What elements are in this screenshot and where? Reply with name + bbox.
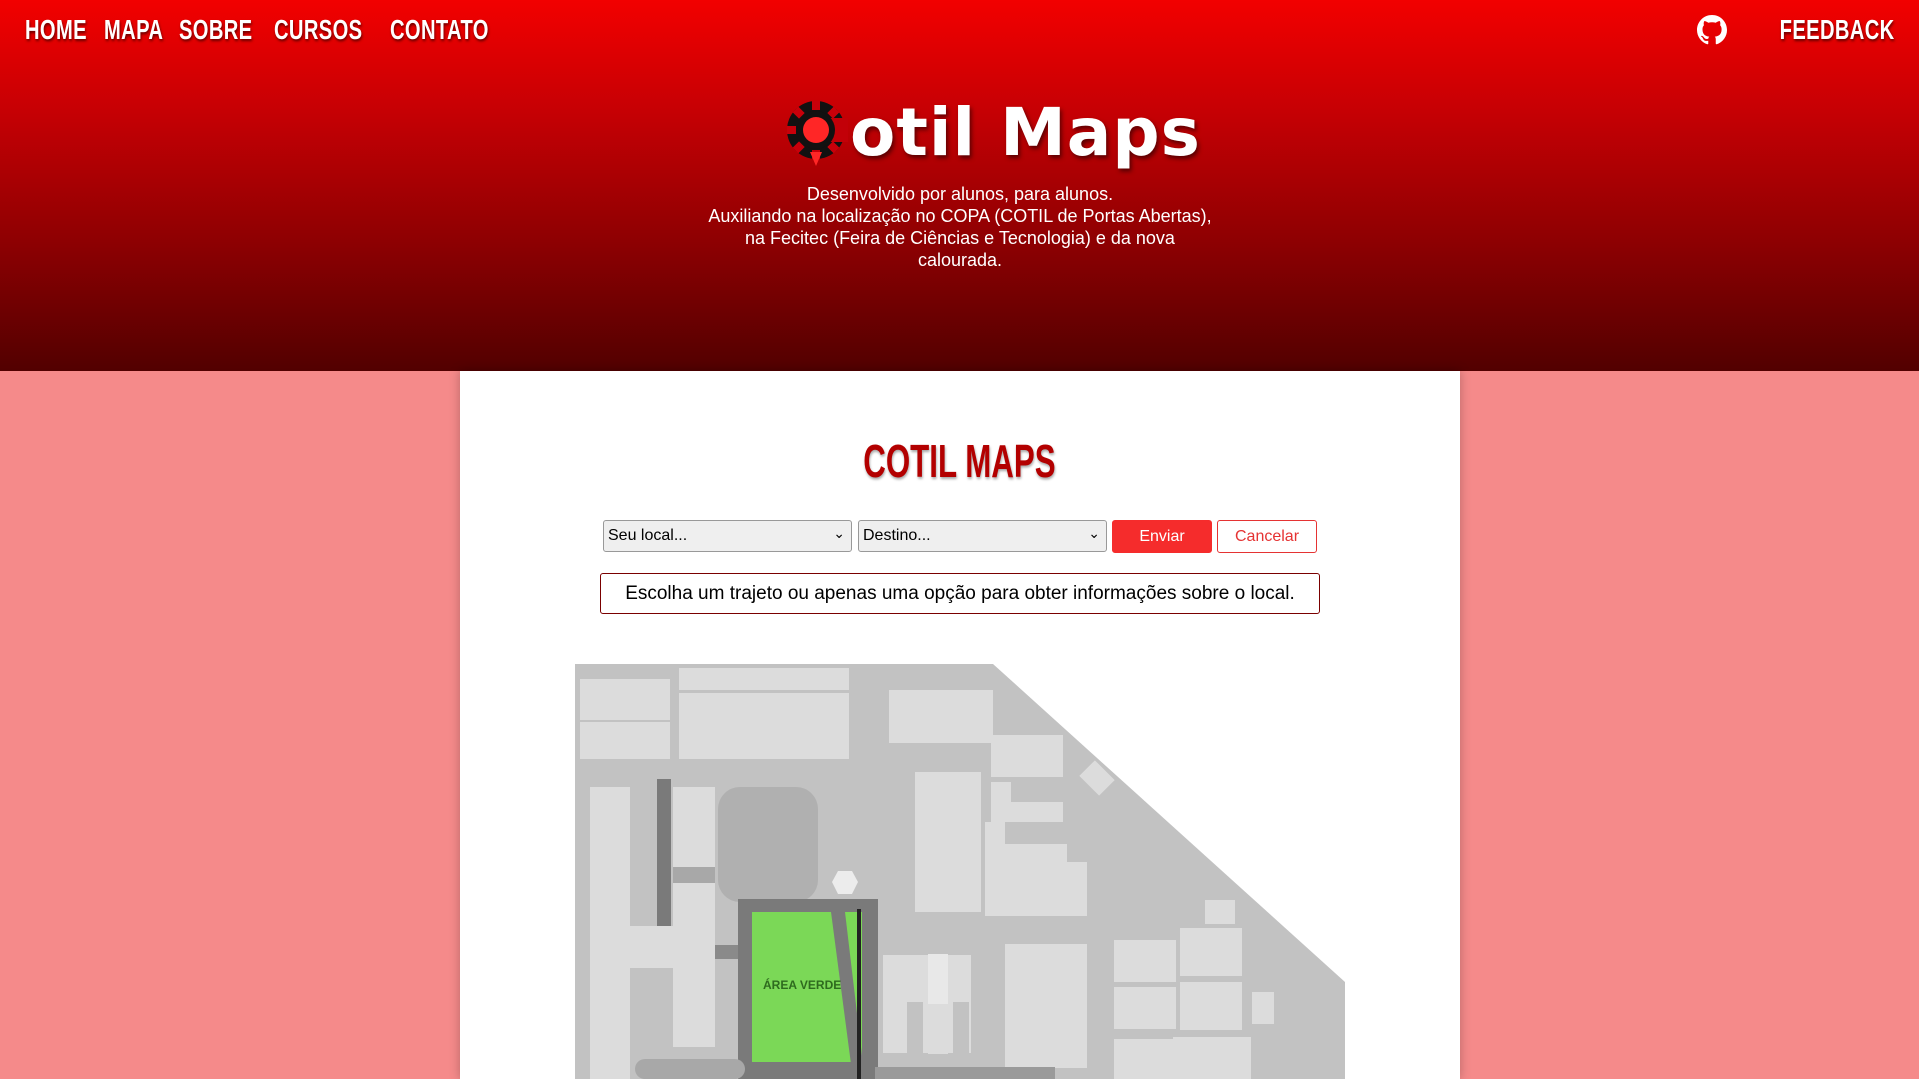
destination-select-value: Destino...	[863, 527, 931, 544]
nav-item-sobre[interactable]: Sobre	[179, 14, 252, 46]
nav-item-contato[interactable]: Contato	[390, 14, 489, 46]
subtitle-line-2: Auxiliando na localização no COPA (COTIL…	[708, 206, 1212, 270]
cancel-button[interactable]: Cancelar	[1217, 520, 1317, 553]
feedback-label[interactable]: Feedback	[1780, 14, 1895, 46]
hero-subtitle: Desenvolvido por alunos, para alunos. Au…	[705, 183, 1215, 271]
origin-select[interactable]: Seu local... ⌄	[603, 520, 852, 552]
main-nav: Home Mapa Sobre Cursos Contato	[25, 14, 506, 46]
subtitle-line-1: Desenvolvido por alunos, para alunos.	[806, 184, 1114, 204]
nav-item-cursos[interactable]: Cursos	[274, 14, 362, 46]
green-area-label: ÁREA VERDE	[763, 978, 842, 992]
origin-select-value: Seu local...	[608, 527, 688, 544]
chevron-down-icon: ⌄	[1088, 525, 1100, 541]
chevron-down-icon: ⌄	[833, 525, 845, 541]
logo-text: otil Maps	[850, 94, 1201, 171]
destination-select[interactable]: Destino... ⌄	[858, 520, 1107, 552]
campus-map-graphic	[575, 664, 1345, 1079]
page-title: Cotil Maps	[0, 434, 1919, 488]
campus-map[interactable]: ÁREA VERDE	[575, 664, 1345, 1079]
github-icon	[1697, 15, 1728, 45]
info-message: Escolha um trajeto ou apenas uma opção p…	[600, 573, 1320, 614]
page-title-text: Cotil Maps	[863, 435, 1056, 487]
map-pin-gear-icon	[787, 101, 848, 166]
feedback-link[interactable]: Feedback	[1697, 14, 1895, 46]
send-button[interactable]: Enviar	[1112, 520, 1212, 553]
nav-item-mapa[interactable]: Mapa	[104, 14, 163, 46]
nav-item-home[interactable]: Home	[25, 14, 87, 46]
